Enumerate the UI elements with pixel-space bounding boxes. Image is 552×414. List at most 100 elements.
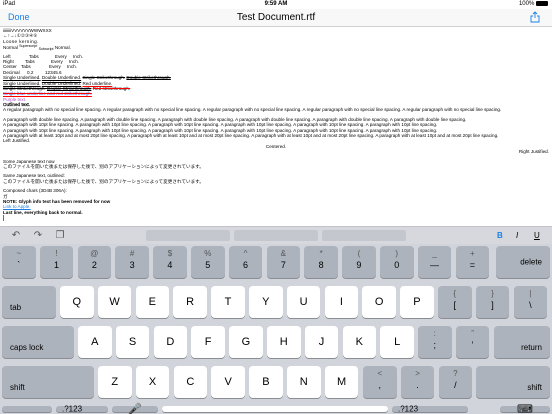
- caps-lock-key[interactable]: caps lock: [2, 326, 74, 358]
- numbers-key-left[interactable]: .?123: [56, 404, 108, 414]
- key-y[interactable]: Y: [249, 286, 283, 318]
- key-=[interactable]: + =: [455, 246, 490, 278]
- key-a[interactable]: A: [78, 326, 112, 358]
- prediction-slot[interactable]: [234, 230, 318, 241]
- battery-percent: 100%: [518, 1, 535, 7]
- key-shift-symbol: }: [491, 289, 494, 298]
- key-3[interactable]: #3: [115, 246, 149, 278]
- numbers-key-right[interactable]: .?123: [392, 405, 468, 414]
- share-icon[interactable]: [530, 11, 540, 23]
- prediction-slot[interactable]: [146, 230, 230, 241]
- key-q[interactable]: Q: [60, 286, 94, 318]
- key-label: C: [186, 376, 195, 388]
- key-m[interactable]: M: [324, 366, 359, 398]
- key-z[interactable]: Z: [98, 366, 132, 398]
- key-f[interactable]: F: [191, 326, 225, 358]
- key-v[interactable]: V: [211, 366, 245, 398]
- key-.[interactable]: >.: [400, 366, 435, 398]
- key-symbol: `: [17, 260, 21, 270]
- key-r[interactable]: R: [173, 286, 207, 318]
- underline-button[interactable]: U: [534, 230, 540, 242]
- key-p[interactable]: P: [400, 286, 434, 318]
- key-label: O: [374, 296, 384, 308]
- key-symbol: ,: [378, 380, 381, 390]
- key-n[interactable]: N: [287, 366, 321, 398]
- key-shift-symbol: ”: [471, 329, 474, 338]
- key-shift-symbol: *: [319, 249, 323, 258]
- key-label: R: [186, 296, 195, 308]
- key-symbol: 6: [243, 260, 249, 270]
- key-k[interactable]: K: [342, 326, 377, 358]
- key-c[interactable]: C: [173, 366, 208, 398]
- key-h[interactable]: H: [267, 326, 301, 358]
- key-—[interactable]: _ —: [417, 246, 452, 278]
- shift-key-right[interactable]: shift: [476, 366, 550, 398]
- key-,[interactable]: <,: [363, 366, 397, 398]
- key-o[interactable]: O: [362, 286, 396, 318]
- key-label: .?123: [62, 404, 83, 414]
- paste-icon[interactable]: ❐: [54, 230, 66, 242]
- key-symbol: /: [454, 380, 457, 390]
- key-7[interactable]: & 7: [266, 246, 301, 278]
- key-g[interactable]: G: [229, 326, 263, 358]
- key-shift-symbol: {: [453, 289, 457, 298]
- key-d[interactable]: D: [153, 326, 188, 358]
- redo-icon[interactable]: ↷: [32, 230, 44, 242]
- key-label: H: [279, 336, 288, 348]
- key-;[interactable]: :;: [418, 326, 452, 358]
- key-8[interactable]: * 8: [304, 246, 338, 278]
- key-label: G: [241, 336, 251, 348]
- key-label: shift: [10, 383, 25, 392]
- microphone-key[interactable]: 🎤: [112, 404, 158, 414]
- key-label: T: [224, 296, 232, 308]
- key-symbol: 1: [54, 260, 60, 270]
- tab-key[interactable]: tab: [2, 286, 56, 318]
- key-4[interactable]: $4: [153, 246, 187, 278]
- key-e[interactable]: E: [135, 286, 170, 318]
- key-/[interactable]: ? /: [438, 366, 473, 398]
- superscript-text: Superscript: [19, 44, 38, 49]
- key-symbol: .: [416, 380, 419, 390]
- key-label: shift: [527, 383, 542, 392]
- key-u[interactable]: U: [286, 286, 321, 318]
- key-label: return: [521, 343, 542, 352]
- key-i[interactable]: I: [324, 286, 359, 318]
- key-j[interactable]: J: [304, 326, 339, 358]
- emoji-key[interactable]: [2, 406, 52, 412]
- status-bar: iPad 9:59 AM 100%: [0, 0, 552, 9]
- key-`[interactable]: ~ `: [2, 246, 36, 278]
- key-t[interactable]: T: [211, 286, 245, 318]
- key-l[interactable]: L: [380, 326, 414, 358]
- shift-key-left[interactable]: shift: [2, 366, 94, 398]
- key-6[interactable]: ^ 6: [228, 246, 263, 278]
- document-text-area[interactable]: iiiiiiiiVVVVVVWWWXXX ←↑→↓①②③④⑤ Loose ker…: [3, 28, 549, 224]
- bold-button[interactable]: B: [497, 230, 503, 242]
- italic-button[interactable]: I: [516, 230, 518, 242]
- key-][interactable]: }]: [475, 286, 510, 318]
- text-cursor: [3, 215, 549, 222]
- key-5[interactable]: % 5: [191, 246, 225, 278]
- key-1[interactable]: ! 1: [39, 246, 74, 278]
- key-shift-symbol: <: [377, 369, 383, 378]
- key-s[interactable]: S: [115, 326, 150, 358]
- prediction-slot[interactable]: [322, 230, 406, 241]
- delete-key[interactable]: delete: [496, 246, 550, 278]
- return-key[interactable]: return: [494, 326, 550, 358]
- key-2[interactable]: @2: [77, 246, 112, 278]
- key-x[interactable]: X: [135, 366, 170, 398]
- key-shift-symbol: #: [129, 249, 135, 258]
- space-bar[interactable]: [162, 406, 388, 412]
- key-\[interactable]: | \: [513, 286, 548, 318]
- undo-icon[interactable]: ↶: [10, 230, 22, 242]
- key-w[interactable]: W: [97, 286, 132, 318]
- key-shift-symbol: $: [167, 249, 173, 258]
- battery-icon: [536, 1, 548, 6]
- key-label: V: [224, 376, 232, 388]
- key-0[interactable]: ) 0: [380, 246, 414, 278]
- key-’[interactable]: ”’: [455, 326, 490, 358]
- hide-keyboard-key[interactable]: ⌨: [500, 404, 550, 414]
- key-b[interactable]: B: [249, 366, 283, 398]
- key-9[interactable]: (9: [342, 246, 376, 278]
- spacing-paragraph: A paragraph with at least 10pt and at mo…: [3, 133, 499, 139]
- key-[[interactable]: {[: [438, 286, 472, 318]
